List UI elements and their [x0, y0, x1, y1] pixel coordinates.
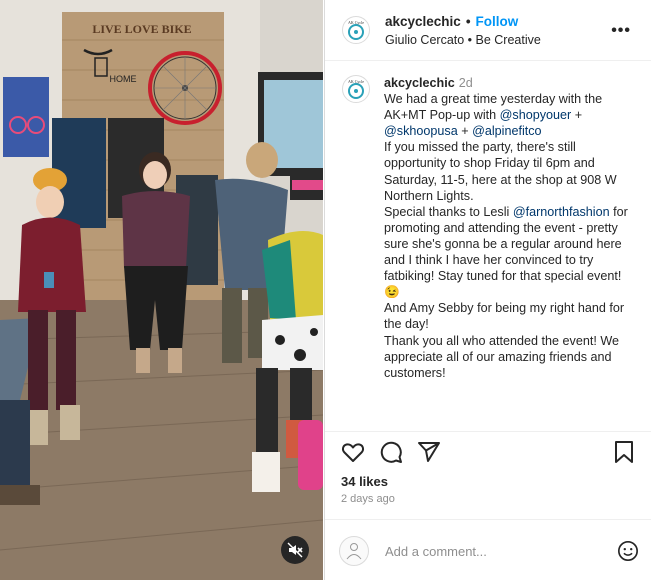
action-bar	[341, 440, 636, 466]
caption-time[interactable]: 2d	[459, 76, 473, 90]
mute-button[interactable]	[281, 536, 309, 564]
caption-p3-a: Special thanks to Lesli	[384, 204, 513, 219]
caption-area: AK Cycle akcyclechic 2d We had a great ti…	[325, 61, 651, 381]
mention-alpinefitco[interactable]: @alpinefitco	[472, 124, 542, 138]
header-username[interactable]: akcyclechic	[385, 14, 461, 29]
likes-count[interactable]: 34 likes	[341, 474, 388, 489]
comment-divider	[325, 519, 651, 520]
caption-p1-b: +	[571, 108, 583, 123]
share-icon[interactable]	[417, 440, 441, 464]
heart-icon[interactable]	[341, 440, 365, 464]
caption-p2: If you missed the party, there's still o…	[384, 140, 617, 203]
user-sketch-avatar-icon	[346, 543, 362, 560]
actions-divider	[325, 431, 651, 432]
svg-text:AK Cycle: AK Cycle	[348, 20, 364, 25]
svg-text:LIVE LOVE BIKE: LIVE LOVE BIKE	[92, 22, 191, 36]
header-dot-separator: •	[465, 13, 471, 29]
caption-p1-c: +	[457, 124, 473, 139]
post-details-panel: AK Cycle akcyclechic • Follow Giulio Cer…	[324, 0, 651, 580]
mention-farnorthfashion[interactable]: @farnorthfashion	[513, 205, 610, 219]
profile-avatar[interactable]: AK Cycle	[342, 16, 370, 44]
ak-cycle-chic-logo-icon: AK Cycle	[348, 79, 364, 99]
bookmark-icon[interactable]	[613, 440, 635, 464]
caption-avatar[interactable]: AK Cycle	[342, 75, 370, 103]
caption-p4: And Amy Sebby for being my right hand fo…	[384, 301, 625, 332]
caption-username[interactable]: akcyclechic	[384, 76, 455, 90]
mention-shopyouer[interactable]: @shopyouer	[500, 108, 572, 122]
speaker-muted-icon	[287, 542, 303, 558]
post-header: AK Cycle akcyclechic • Follow Giulio Cer…	[325, 0, 651, 61]
post-photo[interactable]: LIVE LOVE BIKE HOME	[0, 0, 323, 580]
header-subtitle[interactable]: Giulio Cercato • Be Creative	[385, 33, 541, 47]
smiley-icon[interactable]	[617, 540, 639, 562]
comment-bar	[339, 536, 639, 566]
svg-text:HOME: HOME	[110, 74, 137, 84]
caption-p5: Thank you all who attended the event! We…	[384, 333, 620, 380]
ak-cycle-chic-logo-icon: AK Cycle	[348, 20, 364, 40]
caption-text: akcyclechic 2d We had a great time yester…	[384, 75, 635, 381]
post-time-ago[interactable]: 2 days ago	[341, 493, 395, 505]
follow-button[interactable]: Follow	[476, 14, 519, 29]
user-avatar	[339, 536, 369, 566]
mention-skhoopusa[interactable]: @skhoopusa	[384, 124, 458, 138]
photo-scene: LIVE LOVE BIKE HOME	[0, 0, 323, 580]
comment-input[interactable]	[385, 543, 585, 559]
svg-text:AK Cycle: AK Cycle	[348, 79, 364, 84]
comment-icon[interactable]	[379, 440, 403, 464]
more-options-icon[interactable]: •••	[611, 22, 631, 40]
